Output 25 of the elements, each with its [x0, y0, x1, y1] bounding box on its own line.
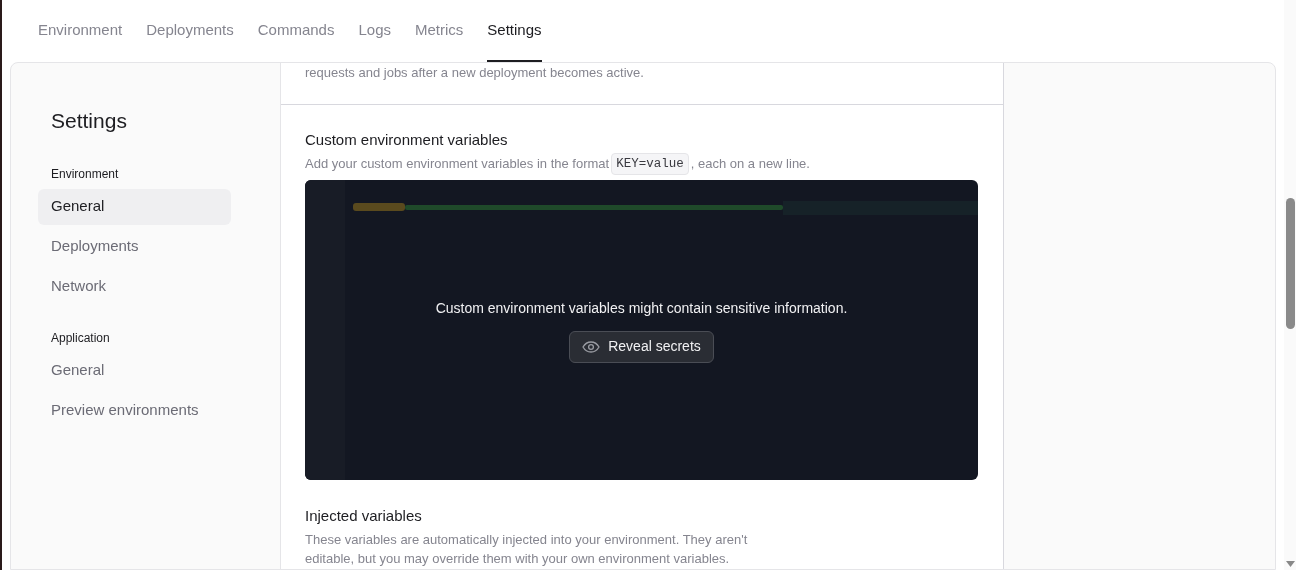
sidebar-item[interactable]: General — [38, 188, 231, 225]
section-title: Injected variables — [305, 506, 423, 526]
tab[interactable]: Metrics — [415, 18, 464, 62]
reveal-button[interactable]: Reveal secrets — [569, 330, 714, 363]
scrollbar-thumb[interactable] — [1285, 198, 1295, 329]
sidebar-item[interactable]: Deployments — [38, 228, 231, 265]
tab[interactable]: Deployments — [146, 18, 234, 62]
section-heading: Environment — [50, 165, 120, 181]
description-text: , each on a new line. — [690, 155, 810, 174]
sidebar-title: Settings — [50, 108, 128, 134]
tab[interactable]: Environment — [38, 18, 123, 62]
tab[interactable]: Logs — [358, 18, 391, 62]
sidebar-item[interactable]: Preview environments — [38, 392, 231, 429]
sidebar-item[interactable]: Network — [38, 268, 231, 305]
code-snippet: KEY=value — [611, 152, 689, 176]
sidebar-item[interactable]: General — [38, 352, 231, 389]
eye-icon — [582, 340, 601, 353]
overlay-message: Custom environment variables might contain sensitive information. — [435, 298, 848, 318]
section-title: Custom environment variables — [305, 130, 509, 150]
section-heading: Application — [50, 329, 111, 345]
description-text: Add your custom environment variables in the format — [305, 155, 610, 174]
description-text: requests and jobs after a new deployment becomes active. — [305, 64, 645, 82]
scroll-down-icon[interactable] — [1285, 561, 1295, 567]
description-text: These variables are automatically injected into your environment. They aren't editable, but you may override them with your own environment variables. — [305, 531, 749, 568]
tab[interactable]: Commands — [257, 18, 335, 62]
